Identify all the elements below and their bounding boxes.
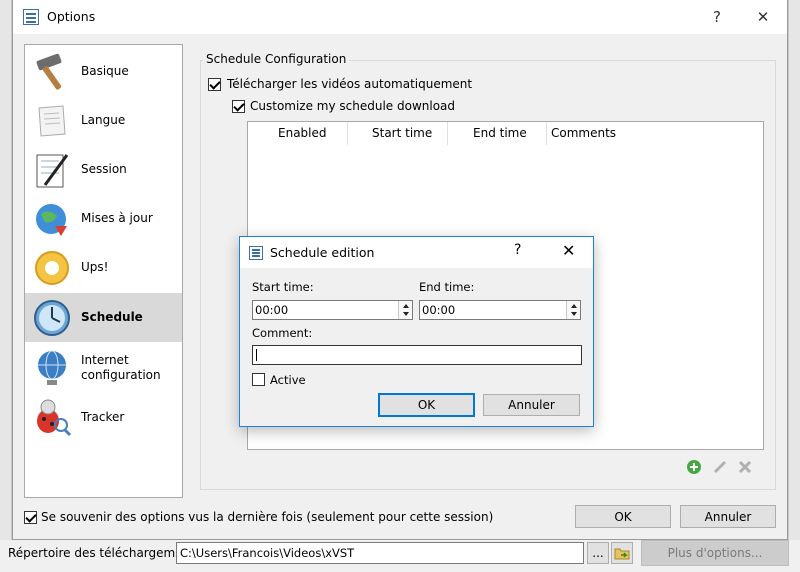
spin-arrows-icon[interactable] [566, 301, 580, 319]
sidebar-item-internet-configuration[interactable]: Internet configuration [25, 343, 182, 392]
customize-schedule-checkbox[interactable] [232, 100, 245, 113]
sidebar-item-langue[interactable]: Langue [25, 96, 182, 145]
start-time-label: Start time: [252, 280, 314, 294]
add-entry-button[interactable] [685, 458, 703, 476]
start-time-spinbox[interactable]: 00:00 [252, 300, 413, 320]
clock-icon [34, 299, 70, 336]
remember-options-label: Se souvenir des options vus la dernière … [41, 510, 494, 524]
sidebar-item-label: Tracker [81, 410, 125, 424]
active-checkbox[interactable] [252, 373, 265, 386]
sidebar-item-label: Internet configuration [81, 352, 161, 382]
schedule-edition-dialog: Schedule edition ? ✕ Start time: 00:00 E… [239, 236, 594, 427]
close-button[interactable]: ✕ [741, 0, 785, 34]
sidebar-item-label: Mises à jour [81, 211, 153, 225]
dialog-title: Schedule edition [270, 245, 375, 260]
column-separator [347, 122, 348, 145]
dialog-list-icon [249, 246, 263, 260]
customize-schedule-label: Customize my schedule download [250, 99, 456, 113]
sidebar-item-label: Session [81, 162, 127, 176]
column-header-start-time[interactable]: Start time [372, 122, 433, 145]
browse-button[interactable]: ... [587, 542, 609, 564]
dialog-title-bar: Schedule edition ? ✕ [240, 237, 593, 268]
title-bar: Options ? ✕ [13, 0, 787, 34]
bug-magnifier-icon [37, 399, 72, 436]
sidebar-item-label: Ups! [81, 260, 109, 274]
sidebar-item-session[interactable]: Session [25, 145, 182, 194]
column-separator [546, 122, 547, 145]
scroll-icon [38, 104, 66, 137]
delete-icon [738, 460, 752, 474]
cancel-button[interactable]: Annuler [680, 505, 776, 528]
comment-label: Comment: [252, 326, 313, 340]
end-time-spinbox[interactable]: 00:00 [419, 300, 581, 320]
sidebar-item-mises-a-jour[interactable]: Mises à jour [25, 194, 182, 243]
background-window-left [0, 0, 12, 540]
edit-entry-button[interactable] [711, 458, 729, 476]
active-label: Active [270, 373, 306, 387]
sidebar-item-ups[interactable]: Ups! [25, 243, 182, 292]
window-title: Options [47, 9, 96, 24]
start-time-value: 00:00 [255, 303, 289, 317]
options-sidebar: Basique Langue Session Mises à jour Ups!… [24, 44, 183, 498]
auto-download-label: Télécharger les vidéos automatiquement [227, 77, 473, 91]
globe-update-icon [36, 203, 67, 236]
remember-options-checkbox[interactable] [24, 511, 37, 524]
column-header-enabled[interactable]: Enabled [278, 122, 327, 145]
end-time-label: End time: [419, 280, 475, 294]
network-globe-icon [38, 350, 66, 385]
ok-button[interactable]: OK [575, 505, 671, 528]
spin-arrows-icon[interactable] [398, 301, 412, 319]
lifebuoy-icon [35, 250, 69, 285]
comment-input[interactable] [252, 345, 582, 365]
notepad-pen-icon [36, 153, 69, 187]
more-options-button[interactable]: Plus d'options... [641, 540, 789, 566]
sidebar-item-basique[interactable]: Basique [25, 47, 182, 96]
open-folder-button[interactable] [611, 542, 633, 564]
download-directory-input[interactable]: C:\Users\Francois\Videos\xVST [176, 542, 584, 564]
column-header-end-time[interactable]: End time [473, 122, 527, 145]
sidebar-item-schedule[interactable]: Schedule [25, 293, 182, 342]
dialog-close-button[interactable]: ✕ [562, 241, 575, 260]
window-list-icon [23, 9, 39, 25]
sidebar-item-tracker[interactable]: Tracker [25, 393, 182, 442]
group-title: Schedule Configuration [203, 52, 350, 66]
help-button[interactable]: ? [695, 0, 739, 34]
sidebar-item-label: Schedule [81, 310, 143, 324]
auto-download-checkbox[interactable] [208, 78, 221, 91]
add-icon [687, 460, 701, 474]
sidebar-item-label: Basique [81, 64, 129, 78]
folder-arrow-icon [614, 548, 630, 560]
sidebar-item-label: Langue [81, 113, 126, 127]
delete-entry-button[interactable] [736, 458, 754, 476]
background-window-right [788, 0, 800, 540]
dialog-help-button[interactable]: ? [514, 242, 521, 258]
end-time-value: 00:00 [422, 303, 456, 317]
dialog-cancel-button[interactable]: Annuler [483, 394, 580, 416]
column-separator [447, 122, 448, 145]
text-caret [256, 349, 257, 361]
dialog-ok-button[interactable]: OK [378, 393, 475, 417]
column-header-comments[interactable]: Comments [551, 122, 617, 145]
hammer-icon [36, 53, 62, 90]
pencil-icon [713, 460, 727, 474]
